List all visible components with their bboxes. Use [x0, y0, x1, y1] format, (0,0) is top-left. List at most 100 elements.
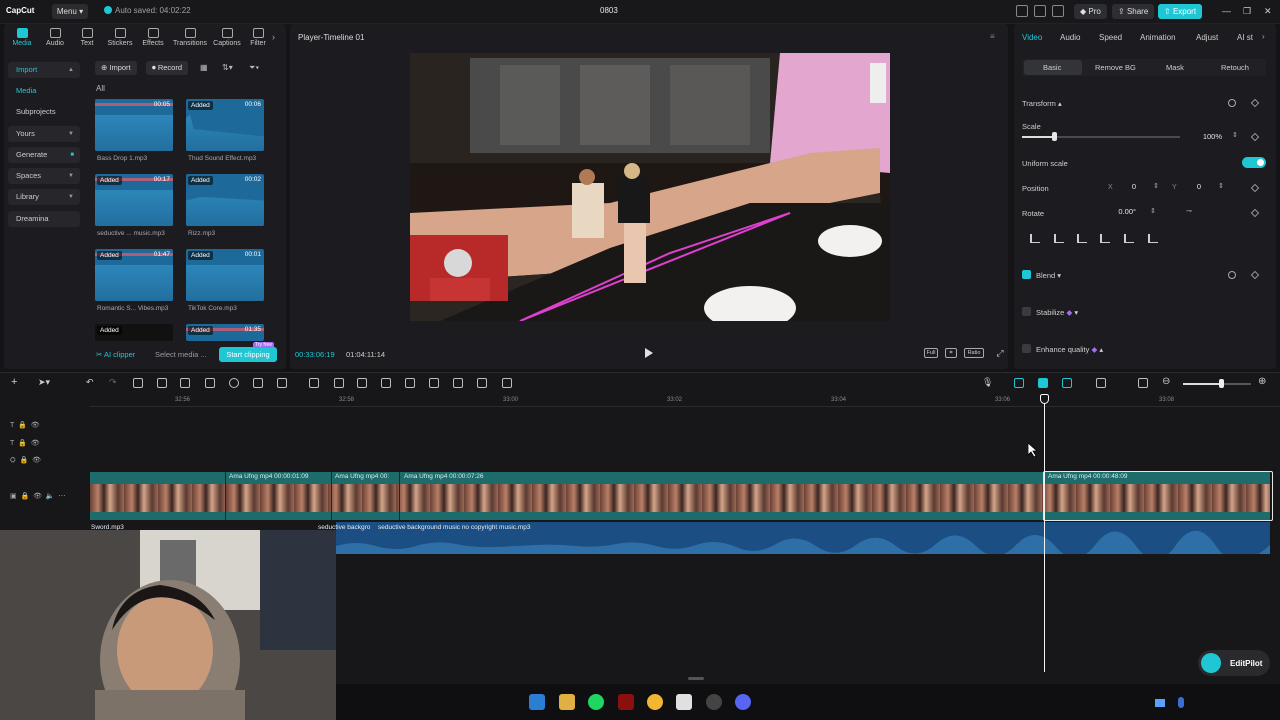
tab-speed[interactable]: Speed [1099, 33, 1122, 42]
media-thumb[interactable]: Added 01:35 [186, 324, 264, 341]
select-tool-icon[interactable]: ➤▾ [38, 377, 50, 388]
uniform-scale-toggle[interactable] [1242, 157, 1266, 168]
tab-audio[interactable]: Audio [40, 28, 70, 47]
preview-axis-icon[interactable] [1096, 378, 1106, 388]
close-icon[interactable]: ✕ [1264, 6, 1272, 17]
grid-view-icon[interactable]: ▦ [200, 63, 208, 72]
tab-filters[interactable]: Filter [246, 28, 270, 47]
add-track-icon[interactable]: + [11, 376, 17, 388]
menu-button[interactable]: Menu ▾ [52, 4, 88, 19]
expand-icon[interactable]: ⤢ [994, 348, 1006, 358]
minimize-icon[interactable]: — [1222, 6, 1231, 16]
ai-tool-icon[interactable] [277, 378, 287, 388]
media-thumb[interactable]: Added 00:02 [186, 174, 264, 226]
reset-icon[interactable] [1228, 271, 1236, 279]
scale-slider-handle[interactable] [1052, 132, 1057, 141]
video-preview[interactable] [410, 53, 890, 321]
microphone-tray-icon[interactable] [1178, 697, 1184, 708]
media-thumb[interactable]: Added 00:01 [186, 249, 264, 301]
shield-icon[interactable] [229, 378, 239, 388]
stepper-icon[interactable]: ⇕ [1150, 207, 1156, 215]
tab-audio-props[interactable]: Audio [1060, 33, 1080, 42]
crop-clip-icon[interactable] [253, 378, 263, 388]
chrome-icon[interactable] [647, 694, 663, 710]
subtab-mask[interactable]: Mask [1166, 63, 1184, 72]
enhance-quality-checkbox[interactable] [1022, 344, 1031, 353]
speed-curve-icon[interactable] [357, 378, 367, 388]
nav-media[interactable]: Media [8, 83, 80, 99]
rotate-clip-icon[interactable] [405, 378, 415, 388]
tab-text[interactable]: Text [72, 28, 102, 47]
align-right-icon[interactable] [1077, 234, 1087, 243]
import-button[interactable]: ⊕ Import [95, 61, 137, 75]
nav-spaces[interactable]: Spaces ▼ [8, 168, 80, 184]
tab-adjust[interactable]: Adjust [1196, 33, 1218, 42]
enhance-quality-section[interactable]: Enhance quality ◆ ▴ [1036, 345, 1103, 354]
panel-icon[interactable] [1034, 5, 1046, 17]
media-thumb[interactable]: Added [95, 324, 173, 341]
nav-generate[interactable]: Generate ■ [8, 147, 80, 163]
media-thumb[interactable]: Added 00:06 [186, 99, 264, 151]
split-right-icon[interactable] [180, 378, 190, 388]
share-button[interactable]: ⇪ Share [1112, 4, 1155, 19]
rotate-input[interactable]: 0.00° [1108, 206, 1136, 218]
filter-all[interactable]: All [96, 84, 105, 93]
image-icon[interactable] [477, 378, 487, 388]
blend-section[interactable]: Blend ▾ [1036, 271, 1061, 280]
file-explorer-icon[interactable] [559, 694, 575, 710]
align-middle-icon[interactable] [1124, 234, 1134, 243]
delete-icon[interactable] [205, 378, 215, 388]
timeline-ruler[interactable] [90, 393, 1280, 407]
fullscreen-quality-button[interactable]: Full [924, 348, 938, 358]
obs-icon[interactable] [706, 694, 722, 710]
export-button[interactable]: ⇧ Export [1158, 4, 1203, 19]
tab-animation[interactable]: Animation [1140, 33, 1176, 42]
nav-dreamina[interactable]: Dreamina [8, 211, 80, 227]
subtitle-icon[interactable] [453, 378, 463, 388]
playhead-handle[interactable] [1040, 394, 1049, 404]
capcut-icon[interactable] [676, 694, 692, 710]
nav-subprojects[interactable]: Subprojects [8, 104, 80, 120]
tab-transitions[interactable]: Transitions [173, 28, 207, 47]
media-thumb[interactable]: Added 00:17 [95, 174, 173, 226]
start-menu-icon[interactable] [529, 694, 545, 710]
tabs-more-icon[interactable]: › [1262, 32, 1265, 41]
freeze-icon[interactable] [309, 378, 319, 388]
stabilize-checkbox[interactable] [1022, 307, 1031, 316]
play-icon[interactable] [645, 348, 653, 358]
subtab-basic[interactable]: Basic [1043, 63, 1061, 72]
align-bottom-icon[interactable] [1148, 234, 1158, 243]
sort-icon[interactable]: ⇅▾ [222, 63, 233, 72]
discord-icon[interactable] [735, 694, 751, 710]
filter-icon[interactable]: ⏷▾ [249, 63, 259, 73]
caption-track-icon[interactable] [1138, 378, 1148, 388]
reverse-icon[interactable] [334, 378, 344, 388]
app-icon[interactable] [618, 694, 634, 710]
microphone-icon[interactable]: 🎙 [982, 377, 993, 388]
timeline-scrollbar[interactable] [688, 677, 704, 680]
scale-value[interactable]: 100% [1190, 131, 1222, 143]
playhead-line[interactable] [1044, 394, 1045, 672]
audio-wave-icon[interactable] [502, 378, 512, 388]
start-clipping-button[interactable]: Start clipping [219, 347, 277, 362]
blend-checkbox[interactable] [1022, 270, 1031, 279]
undo-icon[interactable]: ↶ [86, 377, 94, 388]
player-menu-icon[interactable]: ≡ [990, 32, 995, 41]
media-thumb[interactable]: Added 01:47 [95, 249, 173, 301]
align-top-icon[interactable] [1100, 234, 1110, 243]
align-left-icon[interactable] [1030, 234, 1040, 243]
selected-clip-outline[interactable] [1043, 471, 1273, 521]
tab-ai-style[interactable]: AI st [1237, 33, 1259, 42]
pro-button[interactable]: ◆ Pro [1074, 4, 1107, 19]
tab-stickers[interactable]: Stickers [105, 28, 135, 47]
stepper-icon[interactable]: ⇕ [1232, 131, 1238, 139]
tab-effects[interactable]: Effects [138, 28, 168, 47]
tab-captions[interactable]: Captions [212, 28, 242, 47]
media-thumb[interactable]: 00:05 [95, 99, 173, 151]
restore-icon[interactable]: ❐ [1243, 6, 1251, 17]
align-center-h-icon[interactable] [1054, 234, 1064, 243]
ai-clipper-button[interactable]: ✂ AI clipper [96, 350, 135, 359]
transform-section[interactable]: Transform ▴ [1022, 99, 1062, 108]
zoom-slider-handle[interactable] [1219, 379, 1224, 388]
mirror-icon[interactable] [381, 378, 391, 388]
